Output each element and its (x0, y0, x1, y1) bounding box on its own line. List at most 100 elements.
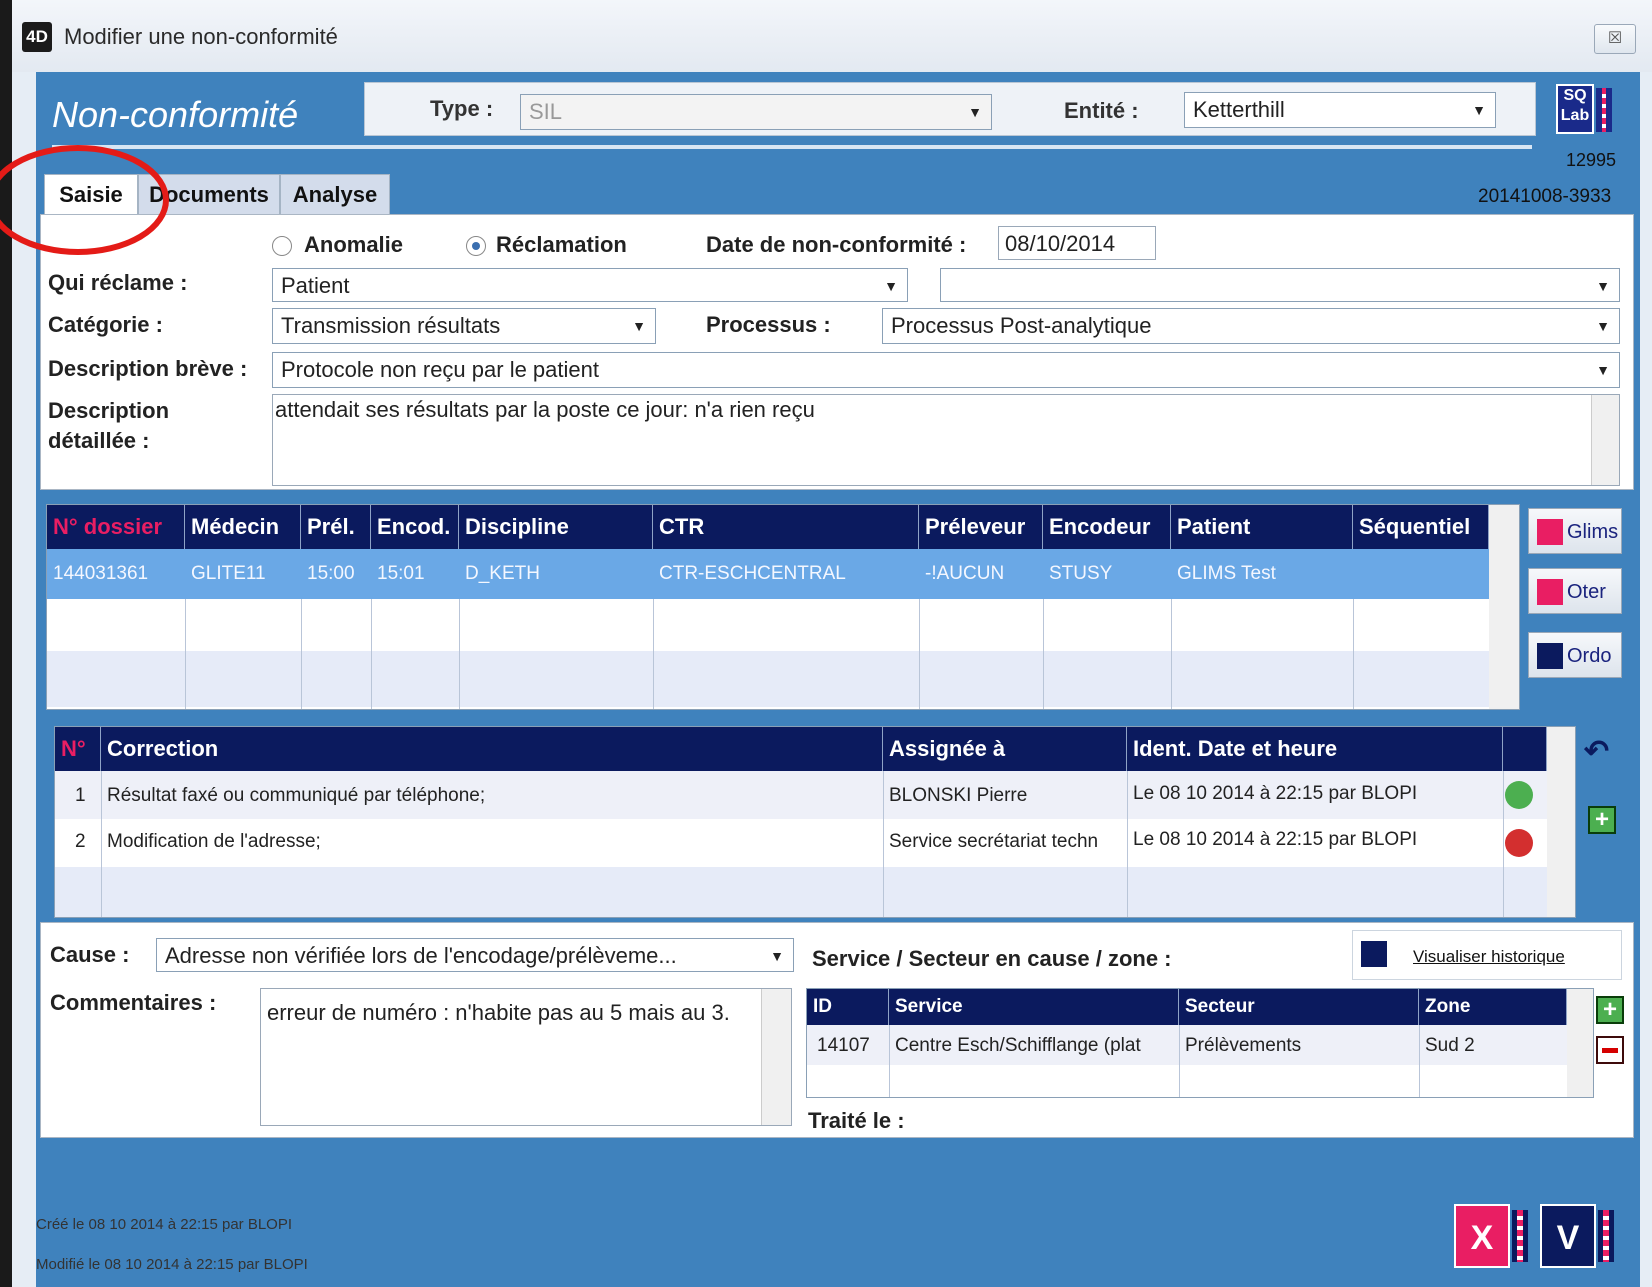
header-divider (52, 145, 1532, 149)
oter-label: Oter (1567, 581, 1606, 603)
cell-num: 2 (75, 831, 86, 852)
col-header[interactable]: Ident. Date et heure (1127, 727, 1503, 771)
oter-button[interactable]: Oter (1528, 568, 1622, 614)
col-header[interactable]: Patient (1171, 505, 1353, 549)
cancel-button[interactable]: X (1454, 1204, 1536, 1276)
col-header[interactable]: Prél. (301, 505, 371, 549)
corrections-table: N° Correction Assignée à Ident. Date et … (54, 726, 1576, 918)
radio-anomalie[interactable] (272, 236, 292, 256)
col-header[interactable]: Correction (101, 727, 883, 771)
comments-textarea[interactable]: erreur de numéro : n'habite pas au 5 mai… (260, 988, 792, 1126)
close-button[interactable]: ☒ (1594, 24, 1636, 54)
cell-zone: Sud 2 (1425, 1035, 1475, 1056)
ordo-button[interactable]: Ordo (1528, 632, 1622, 678)
col-header[interactable]: N° (55, 727, 101, 771)
cell-encodeur: STUSY (1049, 563, 1113, 584)
dossier-table: N° dossier Médecin Prél. Encod. Discipli… (46, 504, 1520, 710)
add-correction-icon[interactable]: + (1588, 806, 1616, 834)
chevron-down-icon: ▼ (1472, 102, 1486, 118)
categorie-value: Transmission résultats (281, 313, 501, 338)
service-scrollbar[interactable] (1567, 989, 1593, 1097)
type-select[interactable]: SIL ▼ (520, 94, 992, 130)
col-header[interactable] (1503, 727, 1547, 771)
chevron-down-icon: ▼ (884, 278, 898, 294)
table-row-empty[interactable] (55, 867, 1547, 917)
cancel-label: X (1454, 1204, 1510, 1268)
entity-select[interactable]: Ketterthill ▼ (1184, 92, 1496, 128)
processus-value: Processus Post-analytique (891, 313, 1152, 338)
cell-num: 1 (75, 785, 86, 806)
cancel-book-icon (1512, 1210, 1528, 1262)
detail-scrollbar[interactable] (1591, 395, 1619, 485)
cell-service-id: 14107 (817, 1035, 870, 1056)
processus-select[interactable]: Processus Post-analytique ▼ (882, 308, 1620, 344)
cell-correction: Résultat faxé ou communiqué par téléphon… (107, 785, 486, 806)
date-input[interactable]: 08/10/2014 (998, 226, 1156, 260)
col-header[interactable]: Encod. (371, 505, 459, 549)
history-button[interactable]: Visualiser historique (1352, 930, 1622, 980)
type-label: Type : (430, 96, 494, 121)
col-header[interactable]: Médecin (185, 505, 301, 549)
status-ok-icon (1505, 781, 1533, 809)
col-header[interactable]: ID (807, 989, 889, 1025)
col-header[interactable]: Service (889, 989, 1179, 1025)
cell-patient: GLIMS Test (1177, 563, 1276, 584)
dossier-scrollbar[interactable] (1489, 505, 1519, 709)
undo-icon[interactable]: ↶ (1584, 734, 1609, 769)
add-service-icon[interactable]: + (1596, 996, 1624, 1024)
col-header[interactable]: Préleveur (919, 505, 1043, 549)
brief-select[interactable]: Protocole non reçu par le patient ▼ (272, 352, 1620, 388)
history-link[interactable]: Visualiser historique (1413, 947, 1565, 967)
col-header[interactable]: Discipline (459, 505, 653, 549)
created-info: Créé le 08 10 2014 à 22:15 par BLOPI (36, 1216, 293, 1233)
cell-medecin: GLITE11 (191, 563, 266, 584)
cell-assignee: BLONSKI Pierre (889, 785, 1028, 806)
qui-select[interactable]: Patient ▼ (272, 268, 908, 302)
corrections-scrollbar[interactable] (1547, 727, 1575, 917)
detail-text: attendait ses résultats par la poste ce … (275, 397, 815, 422)
glims-label: Glims (1567, 521, 1619, 543)
oter-icon (1537, 579, 1563, 605)
detail-label-2: détaillée : (48, 428, 150, 453)
form-title: Non-conformité (52, 94, 299, 135)
categorie-select[interactable]: Transmission résultats ▼ (272, 308, 656, 344)
validate-book-icon (1598, 1210, 1614, 1262)
entity-label: Entité : (1064, 98, 1139, 123)
col-header[interactable]: Séquentiel (1353, 505, 1489, 549)
comments-label: Commentaires : (50, 990, 217, 1015)
record-number: 12995 (1566, 150, 1617, 170)
validate-button[interactable]: V (1540, 1204, 1622, 1276)
radio-reclamation[interactable] (466, 236, 486, 256)
glims-button[interactable]: Glims (1528, 508, 1622, 554)
ordo-icon (1537, 643, 1563, 669)
chevron-down-icon: ▼ (1596, 318, 1610, 334)
cause-select[interactable]: Adresse non vérifiée lors de l'encodage/… (156, 938, 794, 972)
remove-service-icon[interactable] (1596, 1036, 1624, 1064)
chevron-down-icon: ▼ (1596, 362, 1610, 378)
sqlab-logo: SQ Lab (1556, 84, 1622, 150)
col-header[interactable]: Secteur (1179, 989, 1419, 1025)
cell-secteur: Prélèvements (1185, 1035, 1302, 1056)
annotation-circle (0, 145, 169, 255)
cell-ident: Le 08 10 2014 à 22:15 par BLOPI (1133, 783, 1418, 804)
detail-textarea[interactable]: attendait ses résultats par la poste ce … (272, 394, 1620, 486)
col-header[interactable]: Zone (1419, 989, 1567, 1025)
cause-value: Adresse non vérifiée lors de l'encodage/… (165, 943, 677, 968)
date-label: Date de non-conformité : (706, 232, 967, 257)
qui-detail-select[interactable]: ▼ (940, 268, 1620, 302)
comments-scrollbar[interactable] (761, 989, 791, 1125)
modified-info: Modifié le 08 10 2014 à 22:15 par BLOPI (36, 1256, 308, 1273)
cause-label: Cause : (50, 942, 130, 967)
col-header[interactable]: Assignée à (883, 727, 1127, 771)
col-header[interactable]: N° dossier (47, 505, 185, 549)
table-row-empty[interactable] (47, 651, 1489, 707)
qui-value: Patient (281, 273, 350, 298)
chevron-down-icon: ▼ (1596, 278, 1610, 294)
tab-analyse[interactable]: Analyse (280, 174, 390, 214)
col-header[interactable]: Encodeur (1043, 505, 1171, 549)
col-header[interactable]: CTR (653, 505, 919, 549)
cell-ctr: CTR-ESCHCENTRAL (659, 563, 846, 584)
chevron-down-icon: ▼ (968, 104, 982, 120)
processus-label: Processus : (706, 312, 831, 337)
cell-service: Centre Esch/Schifflange (plat (895, 1035, 1141, 1056)
